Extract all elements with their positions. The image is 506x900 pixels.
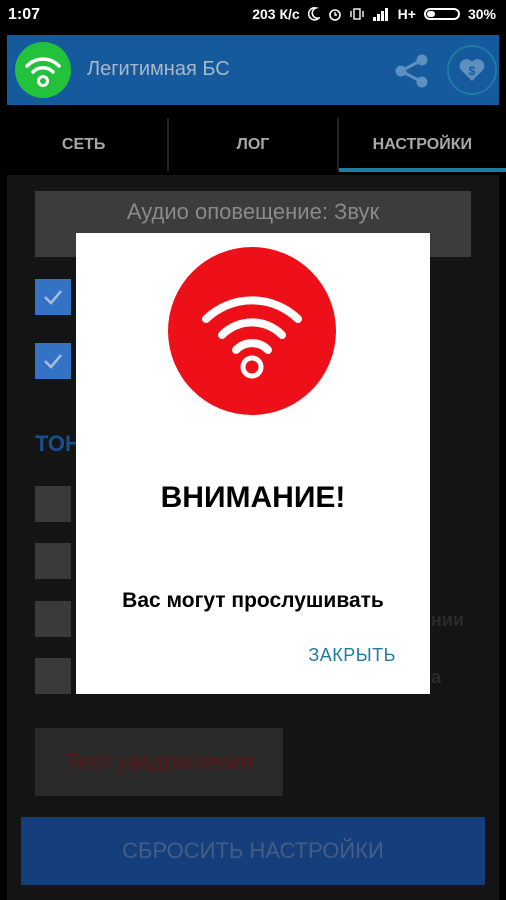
tab-settings-label: НАСТРОЙКИ (372, 135, 472, 153)
status-time: 1:07 (8, 6, 41, 23)
app-bar: Легитимная БС $ (7, 35, 499, 105)
checkbox-3[interactable] (35, 486, 71, 522)
network-type: H+ (397, 6, 416, 22)
battery-icon (423, 8, 460, 20)
app-title: Легитимная БС (87, 58, 230, 80)
tab-settings[interactable]: НАСТРОЙКИ (336, 118, 506, 172)
network-speed: 203 К/с (252, 6, 300, 22)
svg-text:$: $ (469, 64, 476, 78)
vibrate-icon (349, 8, 364, 20)
signal-icon (372, 8, 388, 21)
battery-percent: 30% (467, 6, 496, 22)
test-notification-button[interactable]: Тест уведомления (35, 728, 283, 796)
checkbox-1[interactable] (35, 279, 71, 315)
tab-network[interactable]: СЕТЬ (0, 118, 167, 171)
checkmark-icon (44, 290, 62, 305)
reset-settings-button[interactable]: СБРОСИТЬ НАСТРОЙКИ (21, 817, 485, 885)
warning-dialog: ВНИМАНИЕ! Вас могут прослушивать ЗАКРЫТЬ (76, 233, 430, 694)
tab-network-label: СЕТЬ (61, 135, 106, 153)
status-bar: 1:07 203 К/с H+ 30% (0, 0, 506, 30)
tab-log[interactable]: ЛОГ (167, 118, 336, 171)
wifi-alert-icon (168, 247, 336, 415)
setting-label-fragment: нии (431, 610, 465, 630)
share-icon[interactable] (392, 53, 432, 89)
tab-bar: СЕТЬ ЛОГ НАСТРОЙКИ (0, 118, 506, 172)
checkbox-4[interactable] (35, 543, 71, 579)
setting-label-fragment: а (431, 667, 442, 687)
dialog-title: ВНИМАНИЕ! (160, 481, 346, 514)
close-button[interactable]: ЗАКРЫТЬ (308, 645, 396, 666)
donate-dollar-icon[interactable]: $ (447, 45, 497, 95)
battery-level (426, 11, 435, 17)
tab-log-label: ЛОГ (236, 135, 270, 153)
alarm-icon (328, 9, 341, 21)
wifi-icon (15, 42, 71, 98)
checkbox-5[interactable] (35, 601, 71, 637)
dialog-message: Вас могут прослушивать (122, 589, 384, 612)
checkbox-2[interactable] (35, 343, 71, 379)
moon-icon (307, 7, 320, 21)
checkbox-6[interactable] (35, 658, 71, 694)
section-header: ТОН (35, 431, 81, 456)
checkmark-icon (44, 354, 62, 369)
